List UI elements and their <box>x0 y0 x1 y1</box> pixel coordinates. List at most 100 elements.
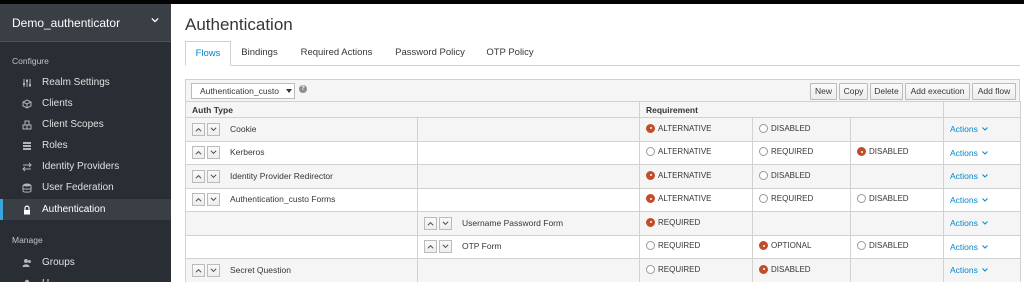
actions-label: Actions <box>950 218 978 229</box>
tab-otp-policy[interactable]: OTP Policy <box>475 41 545 66</box>
actions-dropdown[interactable]: Actions <box>950 124 988 134</box>
requirement-radio[interactable]: DISABLED <box>857 241 909 251</box>
requirement-label: REQUIRED <box>771 147 814 157</box>
actions-label: Actions <box>950 265 978 276</box>
requirement-label: DISABLED <box>869 241 909 251</box>
requirement-label: DISABLED <box>869 147 909 157</box>
requirement-radio[interactable]: ALTERNATIVE <box>646 170 712 180</box>
move-down-icon[interactable] <box>207 263 220 277</box>
tab-required-actions[interactable]: Required Actions <box>288 41 385 66</box>
move-up-icon[interactable] <box>192 263 205 277</box>
move-down-icon[interactable] <box>439 216 452 230</box>
requirement-radio[interactable]: OPTIONAL <box>759 241 812 251</box>
move-up-icon[interactable] <box>192 169 205 183</box>
sidebar-item-identity-providers[interactable]: Identity Providers <box>0 156 171 177</box>
add-flow-button[interactable]: Add flow <box>972 83 1016 100</box>
new-button[interactable]: New <box>810 83 837 100</box>
actions-dropdown[interactable]: Actions <box>950 171 988 181</box>
requirement-cell <box>850 164 944 189</box>
move-down-icon[interactable] <box>207 193 220 207</box>
sidebar-item-groups[interactable]: Groups <box>0 252 171 273</box>
main-content: Authentication Flows Bindings Required A… <box>171 4 1024 282</box>
move-up-icon[interactable] <box>424 240 437 254</box>
requirement-cell: DISABLED <box>752 164 851 189</box>
requirement-cell: REQUIRED <box>639 258 753 282</box>
user-icon <box>22 279 32 282</box>
requirement-radio[interactable]: DISABLED <box>759 264 811 274</box>
actions-dropdown[interactable]: Actions <box>950 148 988 158</box>
lock-icon <box>22 205 32 215</box>
chevron-down-icon <box>982 268 988 272</box>
requirement-cell: REQUIRED <box>639 211 753 236</box>
page-title: Authentication <box>185 15 293 34</box>
requirement-label: ALTERNATIVE <box>658 170 712 180</box>
auth-type-subcell <box>417 117 640 142</box>
requirement-radio[interactable]: REQUIRED <box>646 241 701 251</box>
requirement-radio[interactable]: REQUIRED <box>759 194 813 204</box>
sidebar-item-roles[interactable]: Roles <box>0 135 171 156</box>
realm-selector[interactable]: Demo_authenticator <box>0 4 171 42</box>
radio-icon <box>759 123 768 133</box>
actions-dropdown[interactable]: Actions <box>950 242 988 252</box>
execution-name: Cookie <box>230 123 257 134</box>
flow-select[interactable]: Authentication_custo <box>191 83 295 99</box>
auth-type-cell: Authentication_custo Forms <box>185 187 418 212</box>
move-up-icon[interactable] <box>424 216 437 230</box>
requirement-label: DISABLED <box>771 264 811 274</box>
requirement-radio[interactable]: DISABLED <box>759 123 811 133</box>
sidebar-item-authentication[interactable]: Authentication <box>0 199 171 220</box>
sidebar-item-clients[interactable]: Clients <box>0 93 171 114</box>
table-row: Cookie ALTERNATIVE DISABLED Actions <box>185 117 1021 142</box>
requirement-radio[interactable]: REQUIRED <box>646 217 700 227</box>
actions-dropdown[interactable]: Actions <box>950 265 988 275</box>
execution-name: Secret Question <box>230 264 291 275</box>
sidebar-item-realm-settings[interactable]: Realm Settings <box>0 72 171 93</box>
tab-password-policy[interactable]: Password Policy <box>385 41 475 66</box>
requirement-radio[interactable]: ALTERNATIVE <box>646 147 712 157</box>
auth-type-cell: Kerberos <box>185 140 418 165</box>
radio-icon <box>759 194 768 204</box>
requirement-radio[interactable]: DISABLED <box>759 170 811 180</box>
move-down-icon[interactable] <box>207 146 220 160</box>
requirement-label: ALTERNATIVE <box>658 194 712 204</box>
requirement-radio[interactable]: REQUIRED <box>646 264 700 274</box>
tab-bindings[interactable]: Bindings <box>231 41 288 66</box>
move-up-icon[interactable] <box>192 122 205 136</box>
help-icon[interactable]: ? <box>299 85 307 93</box>
requirement-radio[interactable]: REQUIRED <box>759 147 814 157</box>
sidebar-item-user-federation[interactable]: User Federation <box>0 177 171 198</box>
move-down-icon[interactable] <box>439 240 452 254</box>
tab-flows[interactable]: Flows <box>185 41 231 66</box>
auth-type-cell: Identity Provider Redirector <box>185 164 418 189</box>
chevron-down-icon <box>982 244 988 249</box>
requirement-radio[interactable]: ALTERNATIVE <box>646 123 712 133</box>
requirement-radio[interactable]: DISABLED <box>857 147 909 157</box>
sidebar-item-label: Client Scopes <box>42 119 104 130</box>
move-up-icon[interactable] <box>192 193 205 207</box>
sidebar-item-label: Authentication <box>42 204 106 215</box>
requirement-label: OPTIONAL <box>771 241 812 251</box>
sidebar-item-client-scopes[interactable]: Client Scopes <box>0 114 171 135</box>
manage-section-label: Manage <box>12 235 43 245</box>
actions-label: Actions <box>950 171 978 182</box>
actions-dropdown[interactable]: Actions <box>950 218 988 228</box>
move-down-icon[interactable] <box>207 169 220 183</box>
requirement-cell: ALTERNATIVE <box>639 117 753 142</box>
add-execution-button[interactable]: Add execution <box>905 83 970 100</box>
requirement-radio[interactable]: ALTERNATIVE <box>646 194 712 204</box>
move-down-icon[interactable] <box>207 122 220 136</box>
delete-button[interactable]: Delete <box>870 83 903 100</box>
requirement-cell <box>850 211 944 236</box>
reorder-controls <box>192 193 220 207</box>
requirement-label: REQUIRED <box>658 241 701 251</box>
sidebar-item-users[interactable]: U <box>0 273 171 282</box>
move-up-icon[interactable] <box>192 146 205 160</box>
table-row: Username Password Form REQUIRED Actions <box>185 211 1021 236</box>
requirement-radio[interactable]: DISABLED <box>857 194 909 204</box>
requirement-header: Requirement <box>639 101 944 118</box>
actions-cell: Actions <box>943 211 1021 236</box>
copy-button[interactable]: Copy <box>839 83 868 100</box>
radio-icon <box>759 241 768 251</box>
reorder-controls <box>192 146 220 160</box>
actions-dropdown[interactable]: Actions <box>950 195 988 205</box>
